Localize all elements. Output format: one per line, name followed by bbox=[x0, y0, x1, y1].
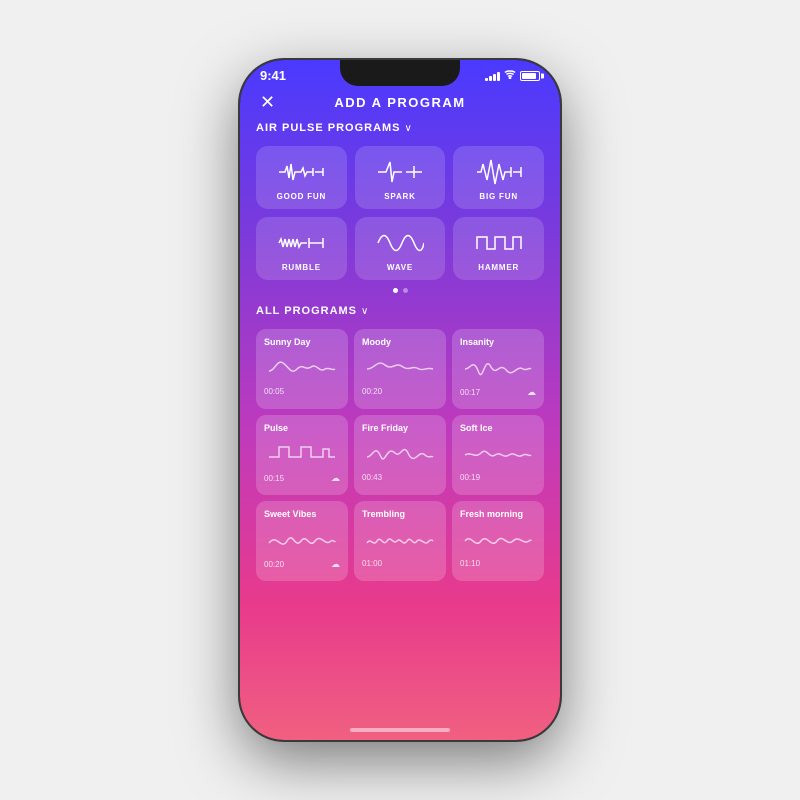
program-card-rumble[interactable]: RUMBLE bbox=[256, 217, 347, 280]
all-programs-grid: Sunny Day 00:05 Moody 00:20 bbox=[256, 329, 544, 581]
pagination-dot-1 bbox=[393, 288, 398, 293]
sweet-vibes-wave bbox=[264, 523, 340, 555]
program-card-spark[interactable]: SPARK bbox=[355, 146, 446, 209]
good-fun-label: GOOD FUN bbox=[277, 192, 327, 201]
phone-screen: 9:41 bbox=[240, 60, 560, 740]
phone-frame: 9:41 bbox=[240, 60, 560, 740]
mini-card-moody[interactable]: Moody 00:20 bbox=[354, 329, 446, 409]
battery-icon bbox=[520, 71, 540, 81]
wifi-icon bbox=[504, 69, 516, 82]
air-pulse-grid: GOOD FUN SPARK bbox=[256, 146, 544, 280]
program-card-big-fun[interactable]: BIG FUN bbox=[453, 146, 544, 209]
soft-ice-footer: 00:19 bbox=[460, 473, 536, 482]
trembling-footer: 01:00 bbox=[362, 559, 438, 568]
moody-footer: 00:20 bbox=[362, 387, 438, 396]
rumble-icon bbox=[277, 229, 325, 257]
soft-ice-time: 00:19 bbox=[460, 473, 480, 482]
main-content: AIR PULSE PROGRAMS ∨ GOOD FUN bbox=[240, 122, 560, 722]
insanity-title: Insanity bbox=[460, 337, 536, 347]
sweet-vibes-cloud-icon: ☁ bbox=[331, 559, 340, 570]
mini-card-sweet-vibes[interactable]: Sweet Vibes 00:20 ☁ bbox=[256, 501, 348, 581]
air-pulse-section-header: AIR PULSE PROGRAMS ∨ bbox=[256, 122, 544, 134]
sweet-vibes-footer: 00:20 ☁ bbox=[264, 559, 340, 570]
fresh-morning-footer: 01:10 bbox=[460, 559, 536, 568]
moody-title: Moody bbox=[362, 337, 438, 347]
all-programs-label: ALL PROGRAMS bbox=[256, 305, 357, 317]
app-header: ✕ ADD A PROGRAM bbox=[240, 87, 560, 122]
mini-card-trembling[interactable]: Trembling 01:00 bbox=[354, 501, 446, 581]
trembling-time: 01:00 bbox=[362, 559, 382, 568]
home-indicator bbox=[350, 728, 450, 732]
insanity-cloud-icon: ☁ bbox=[527, 387, 536, 398]
sweet-vibes-time: 00:20 bbox=[264, 560, 284, 569]
mini-card-fresh-morning[interactable]: Fresh morning 01:10 bbox=[452, 501, 544, 581]
insanity-time: 00:17 bbox=[460, 388, 480, 397]
sunny-day-time: 00:05 bbox=[264, 387, 284, 396]
fresh-morning-wave bbox=[460, 523, 536, 555]
moody-wave bbox=[362, 351, 438, 383]
fresh-morning-title: Fresh morning bbox=[460, 509, 536, 519]
sunny-day-wave bbox=[264, 351, 340, 383]
mini-card-pulse[interactable]: Pulse 00:15 ☁ bbox=[256, 415, 348, 495]
pulse-wave bbox=[264, 437, 340, 469]
fire-friday-footer: 00:43 bbox=[362, 473, 438, 482]
pulse-title: Pulse bbox=[264, 423, 340, 433]
sweet-vibes-title: Sweet Vibes bbox=[264, 509, 340, 519]
wave-icon bbox=[376, 229, 424, 257]
all-programs-section-header: ALL PROGRAMS ∨ bbox=[256, 305, 544, 317]
soft-ice-title: Soft Ice bbox=[460, 423, 536, 433]
sunny-day-footer: 00:05 bbox=[264, 387, 340, 396]
trembling-title: Trembling bbox=[362, 509, 438, 519]
good-fun-icon bbox=[277, 158, 325, 186]
air-pulse-chevron-icon[interactable]: ∨ bbox=[405, 123, 412, 134]
air-pulse-label: AIR PULSE PROGRAMS bbox=[256, 122, 401, 134]
signal-bars-icon bbox=[485, 71, 500, 81]
mini-card-insanity[interactable]: Insanity 00:17 ☁ bbox=[452, 329, 544, 409]
pagination-dot-2 bbox=[403, 288, 408, 293]
fresh-morning-time: 01:10 bbox=[460, 559, 480, 568]
big-fun-label: BIG FUN bbox=[479, 192, 518, 201]
rumble-label: RUMBLE bbox=[282, 263, 321, 272]
pulse-time: 00:15 bbox=[264, 474, 284, 483]
hammer-icon bbox=[475, 229, 523, 257]
wave-label: WAVE bbox=[387, 263, 413, 272]
close-button[interactable]: ✕ bbox=[260, 92, 275, 113]
spark-label: SPARK bbox=[384, 192, 415, 201]
notch bbox=[340, 60, 460, 86]
hammer-label: HAMMER bbox=[478, 263, 519, 272]
all-programs-chevron-icon[interactable]: ∨ bbox=[361, 306, 368, 317]
program-card-good-fun[interactable]: GOOD FUN bbox=[256, 146, 347, 209]
pulse-cloud-icon: ☁ bbox=[331, 473, 340, 484]
program-card-wave[interactable]: WAVE bbox=[355, 217, 446, 280]
insanity-wave bbox=[460, 351, 536, 383]
mini-card-sunny-day[interactable]: Sunny Day 00:05 bbox=[256, 329, 348, 409]
moody-time: 00:20 bbox=[362, 387, 382, 396]
fire-friday-time: 00:43 bbox=[362, 473, 382, 482]
pulse-footer: 00:15 ☁ bbox=[264, 473, 340, 484]
pagination-dots bbox=[256, 288, 544, 293]
soft-ice-wave bbox=[460, 437, 536, 469]
big-fun-icon bbox=[475, 158, 523, 186]
status-icons bbox=[485, 69, 540, 82]
program-card-hammer[interactable]: HAMMER bbox=[453, 217, 544, 280]
mini-card-soft-ice[interactable]: Soft Ice 00:19 bbox=[452, 415, 544, 495]
page-title: ADD A PROGRAM bbox=[334, 95, 465, 110]
fire-friday-title: Fire Friday bbox=[362, 423, 438, 433]
status-time: 9:41 bbox=[260, 68, 286, 83]
mini-card-fire-friday[interactable]: Fire Friday 00:43 bbox=[354, 415, 446, 495]
fire-friday-wave bbox=[362, 437, 438, 469]
spark-icon bbox=[376, 158, 424, 186]
insanity-footer: 00:17 ☁ bbox=[460, 387, 536, 398]
sunny-day-title: Sunny Day bbox=[264, 337, 340, 347]
trembling-wave bbox=[362, 523, 438, 555]
